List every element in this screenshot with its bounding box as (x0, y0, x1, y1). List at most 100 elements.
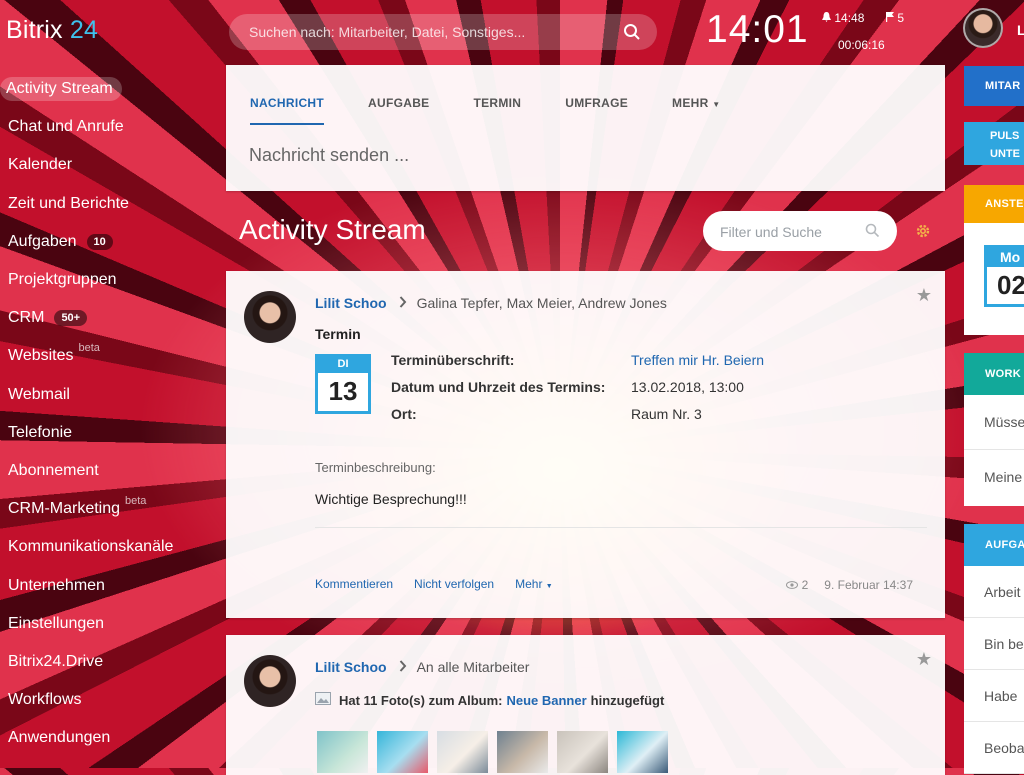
sidebar-item-company[interactable]: Unternehmen (0, 566, 220, 604)
sidebar-item-applications[interactable]: Anwendungen (0, 719, 220, 757)
sidebar-item-channels[interactable]: Kommunikationskanäle (0, 528, 220, 566)
sidebar-item-calendar[interactable]: Kalender (0, 146, 220, 184)
sidebar-item-crm[interactable]: CRM 50+ (0, 299, 220, 337)
sidebar-item-label: Unternehmen (8, 576, 105, 594)
chevron-right-icon (399, 295, 407, 311)
sidebar-item-telephony[interactable]: Telefonie (0, 414, 220, 452)
sidebar-item-chat[interactable]: Chat und Anrufe (0, 108, 220, 146)
sidebar-item-subscription[interactable]: Abonnement (0, 452, 220, 490)
widget-employees[interactable]: MITAR (964, 66, 1024, 106)
eye-icon (785, 578, 798, 592)
comment-link[interactable]: Kommentieren (315, 577, 393, 591)
filter-placeholder: Filter und Suche (720, 224, 822, 240)
tab-task[interactable]: AUFGABE (368, 96, 429, 125)
sidebar-item-webmail[interactable]: Webmail (0, 376, 220, 414)
sidebar-item-label: Einstellungen (8, 614, 105, 632)
alarm-indicator[interactable]: 14:48 (822, 11, 864, 25)
count-badge: 50+ (54, 310, 88, 327)
event-field-title: Terminüberschrift: Treffen mir Hr. Beiern (391, 352, 764, 368)
search-icon[interactable] (865, 223, 880, 243)
sidebar-nav: Activity Stream Chat und Anrufe Kalender… (0, 70, 220, 757)
sidebar-item-drive[interactable]: Bitrix24.Drive (0, 643, 220, 681)
sidebar-item-label: Bitrix24.Drive (8, 652, 104, 670)
list-item[interactable]: Müsse (964, 395, 1024, 450)
list-item[interactable]: Bin be (964, 618, 1024, 670)
event-field-datetime: Datum und Uhrzeit des Termins: 13.02.2018… (391, 379, 744, 395)
app-logo[interactable]: Bitrix 24 (6, 16, 98, 45)
field-value: Raum Nr. 3 (631, 406, 702, 422)
post-recipients[interactable]: An alle Mitarbeiter (417, 659, 530, 675)
more-label: Mehr (515, 577, 543, 591)
post-date[interactable]: 9. Februar 14:37 (824, 578, 913, 592)
sidebar-item-activity-stream[interactable]: Activity Stream (0, 70, 220, 108)
search-input[interactable]: Suchen nach: Mitarbeiter, Datei, Sonstig… (229, 14, 657, 50)
work-timer[interactable]: 00:06:16 (838, 38, 885, 52)
photo-thumbnail[interactable] (497, 731, 548, 773)
avatar[interactable] (244, 655, 296, 707)
list-item[interactable]: Meine (964, 450, 1024, 505)
sidebar-item-label: Websites (8, 347, 74, 365)
post-composer: NACHRICHT AUFGABE TERMIN UMFRAGE MEHR ▼ … (226, 65, 945, 191)
page-title: Activity Stream (239, 214, 426, 245)
sidebar-item-websites[interactable]: Websites beta (0, 337, 220, 375)
photo-thumbnail[interactable] (617, 731, 668, 773)
sidebar-item-workflows[interactable]: Workflows (0, 681, 220, 719)
calendar-date-icon[interactable]: Mo 02 (984, 245, 1024, 307)
search-icon[interactable] (623, 23, 641, 46)
view-count[interactable]: 2 (802, 578, 809, 592)
sidebar-item-label: CRM (8, 309, 45, 327)
unfollow-link[interactable]: Nicht verfolgen (414, 577, 494, 591)
more-link[interactable]: Mehr ▼ (515, 577, 553, 591)
post-author[interactable]: Lilit Schoo (315, 659, 387, 675)
divider (315, 527, 927, 528)
image-icon (315, 692, 331, 708)
sidebar-item-tasks[interactable]: Aufgaben 10 (0, 223, 220, 261)
user-avatar[interactable] (963, 8, 1003, 48)
tab-more-label: MEHR (672, 96, 709, 110)
widget-workflows-title: WORK (964, 353, 1024, 395)
star-icon[interactable]: ★ (916, 285, 932, 306)
list-item[interactable]: Beoba (964, 722, 1024, 774)
avatar[interactable] (244, 291, 296, 343)
post-header: Lilit Schoo Galina Tepfer, Max Meier, An… (315, 295, 667, 311)
post-author[interactable]: Lilit Schoo (315, 295, 387, 311)
list-item[interactable]: Habe (964, 670, 1024, 722)
star-icon[interactable]: ★ (916, 649, 932, 670)
tab-message[interactable]: NACHRICHT (250, 96, 325, 125)
sidebar-item-crm-marketing[interactable]: CRM-Marketing beta (0, 490, 220, 528)
widget-pulse[interactable]: PULS UNTE (964, 122, 1024, 165)
user-name[interactable]: L (1017, 22, 1024, 38)
tab-event[interactable]: TERMIN (473, 96, 521, 125)
calendar-weekday: DI (318, 357, 368, 373)
beta-label: beta (125, 495, 147, 508)
widget-pulse-title: PULS (990, 130, 1020, 142)
sidebar-item-label: Abonnement (8, 461, 99, 479)
flag-indicator[interactable]: 5 (886, 11, 904, 25)
photo-thumbnail[interactable] (557, 731, 608, 773)
sidebar-item-workgroups[interactable]: Projektgruppen (0, 261, 220, 299)
event-title-link[interactable]: Treffen mir Hr. Beiern (631, 352, 764, 368)
gear-icon[interactable] (914, 222, 932, 245)
calendar-date-icon: DI 13 (315, 354, 371, 414)
calendar-day: 02 (997, 270, 1024, 300)
photo-thumbnail[interactable] (437, 731, 488, 773)
photo-thumbnails (317, 731, 677, 773)
message-input[interactable]: Nachricht senden ... (249, 145, 945, 166)
album-link[interactable]: Neue Banner (506, 693, 586, 708)
sidebar-item-settings[interactable]: Einstellungen (0, 605, 220, 643)
post-recipients[interactable]: Galina Tepfer, Max Meier, Andrew Jones (417, 295, 667, 311)
sidebar-item-time-reports[interactable]: Zeit und Berichte (0, 185, 220, 223)
photo-thumbnail[interactable] (377, 731, 428, 773)
sidebar-item-label: Anwendungen (8, 729, 111, 747)
widget-events-title: ANSTE (964, 185, 1024, 223)
field-label: Ort: (391, 406, 417, 422)
filter-search-input[interactable]: Filter und Suche (703, 211, 897, 251)
list-item[interactable]: Arbeit (964, 566, 1024, 618)
tab-poll[interactable]: UMFRAGE (565, 96, 628, 125)
tab-more[interactable]: MEHR ▼ (672, 96, 720, 125)
sidebar-item-label: Chat und Anrufe (8, 118, 124, 136)
count-badge: 10 (86, 233, 113, 250)
clock[interactable]: 14:01 (706, 8, 809, 52)
photo-thumbnail[interactable] (317, 731, 368, 773)
sidebar-item-label: Telefonie (8, 423, 73, 441)
